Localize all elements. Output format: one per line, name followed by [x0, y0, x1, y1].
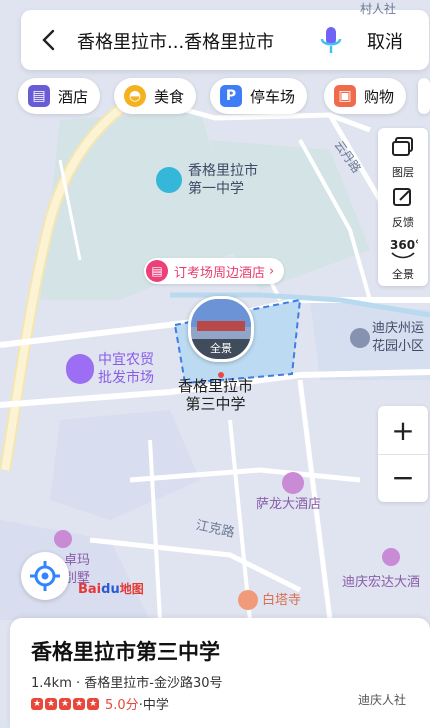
- star-icon: ★: [31, 697, 43, 710]
- top-fragment-label: 村人社: [360, 2, 397, 16]
- salong-hotel-label[interactable]: 萨龙大酒店: [256, 496, 321, 514]
- rating-row: ★ ★ ★ ★ ★ 5.0分 ·中学: [31, 694, 169, 713]
- chip-hotel[interactable]: ▤ 酒店: [18, 78, 101, 114]
- star-icon: ★: [73, 697, 85, 710]
- school-poi-icon[interactable]: [156, 167, 182, 193]
- panorama-button[interactable]: 360° 全景: [378, 236, 428, 282]
- place-info: 1.4km · 香格里拉市-金沙路30号: [31, 676, 223, 691]
- hotel-promo-pill[interactable]: ▤ 订考场周边酒店 ›: [144, 258, 285, 284]
- baidu-map-logo: Baidu地图: [78, 582, 144, 597]
- food-icon: ◓: [124, 85, 146, 107]
- school3-label[interactable]: 香格里拉市 第三中学: [178, 377, 253, 413]
- school1-label[interactable]: 香格里拉市 第一中学: [188, 162, 258, 198]
- feedback-icon: [393, 188, 411, 206]
- crosshair-icon: [30, 561, 60, 591]
- hongda-hotel-label[interactable]: 迪庆宏达大酒: [342, 574, 420, 592]
- parking-icon: P: [220, 85, 242, 107]
- chip-more[interactable]: [418, 78, 430, 114]
- shopping-icon: ▣: [334, 85, 356, 107]
- hotel-poi-icon[interactable]: [282, 472, 304, 494]
- panorama-360-icon: 360°: [390, 238, 421, 259]
- feedback-button[interactable]: 反馈: [378, 186, 428, 230]
- hotel-promo-icon: ▤: [146, 260, 168, 282]
- zoom-in-button[interactable]: +: [378, 416, 428, 446]
- temple-poi-icon[interactable]: [238, 590, 258, 610]
- search-input[interactable]: 香格里拉市...香格里拉市: [77, 28, 274, 54]
- svg-text:360°: 360°: [390, 238, 418, 252]
- star-icon: ★: [87, 697, 99, 710]
- chip-food[interactable]: ◓ 美食: [114, 78, 197, 114]
- divider: [378, 454, 428, 455]
- map-tools: 图层 反馈 360° 全景: [378, 128, 428, 286]
- chip-shopping[interactable]: ▣ 购物: [324, 78, 407, 114]
- cancel-button[interactable]: 取消: [367, 28, 403, 54]
- watermark: 迪庆人社: [358, 693, 407, 707]
- star-icon: ★: [59, 697, 71, 710]
- residence-poi-icon[interactable]: [350, 328, 370, 348]
- place-category: ·中学: [138, 698, 169, 713]
- place-title: 香格里拉市第三中学: [31, 640, 220, 664]
- place-card[interactable]: 香格里拉市第三中学 1.4km · 香格里拉市-金沙路30号 ★ ★ ★ ★ ★…: [10, 618, 430, 728]
- hotel-icon: ▤: [28, 85, 50, 107]
- hotel-poi-icon-2[interactable]: [54, 530, 72, 548]
- panorama-badge: 全景: [191, 339, 251, 359]
- star-icon: ★: [45, 697, 57, 710]
- hotel-poi-icon-3[interactable]: [382, 548, 400, 566]
- chevron-right-icon: ›: [269, 263, 275, 279]
- layers-icon: [392, 137, 413, 156]
- layers-button[interactable]: 图层: [378, 136, 428, 180]
- chip-label: 美食: [154, 87, 185, 106]
- chip-parking[interactable]: P 停车场: [210, 78, 308, 114]
- shopping-poi-icon[interactable]: [66, 354, 94, 384]
- back-icon[interactable]: [35, 26, 63, 54]
- zoom-out-button[interactable]: −: [378, 463, 428, 493]
- market-label[interactable]: 中宜农贸 批发市场: [98, 351, 154, 387]
- chip-label: 酒店: [58, 87, 89, 106]
- microphone-icon[interactable]: [317, 24, 345, 58]
- diqing-garden-label[interactable]: 迪庆州运 花园小区: [372, 320, 424, 356]
- chip-label: 停车场: [250, 87, 296, 106]
- search-bar[interactable]: 香格里拉市...香格里拉市 取消: [21, 10, 429, 70]
- baita-temple-label[interactable]: 白塔寺: [262, 592, 301, 610]
- panorama-thumbnail[interactable]: 全景: [188, 296, 254, 362]
- locate-me-button[interactable]: [21, 552, 69, 600]
- zoom-control: + −: [378, 406, 428, 502]
- chip-label: 购物: [364, 87, 395, 106]
- rating-value: 5.0分: [105, 698, 139, 713]
